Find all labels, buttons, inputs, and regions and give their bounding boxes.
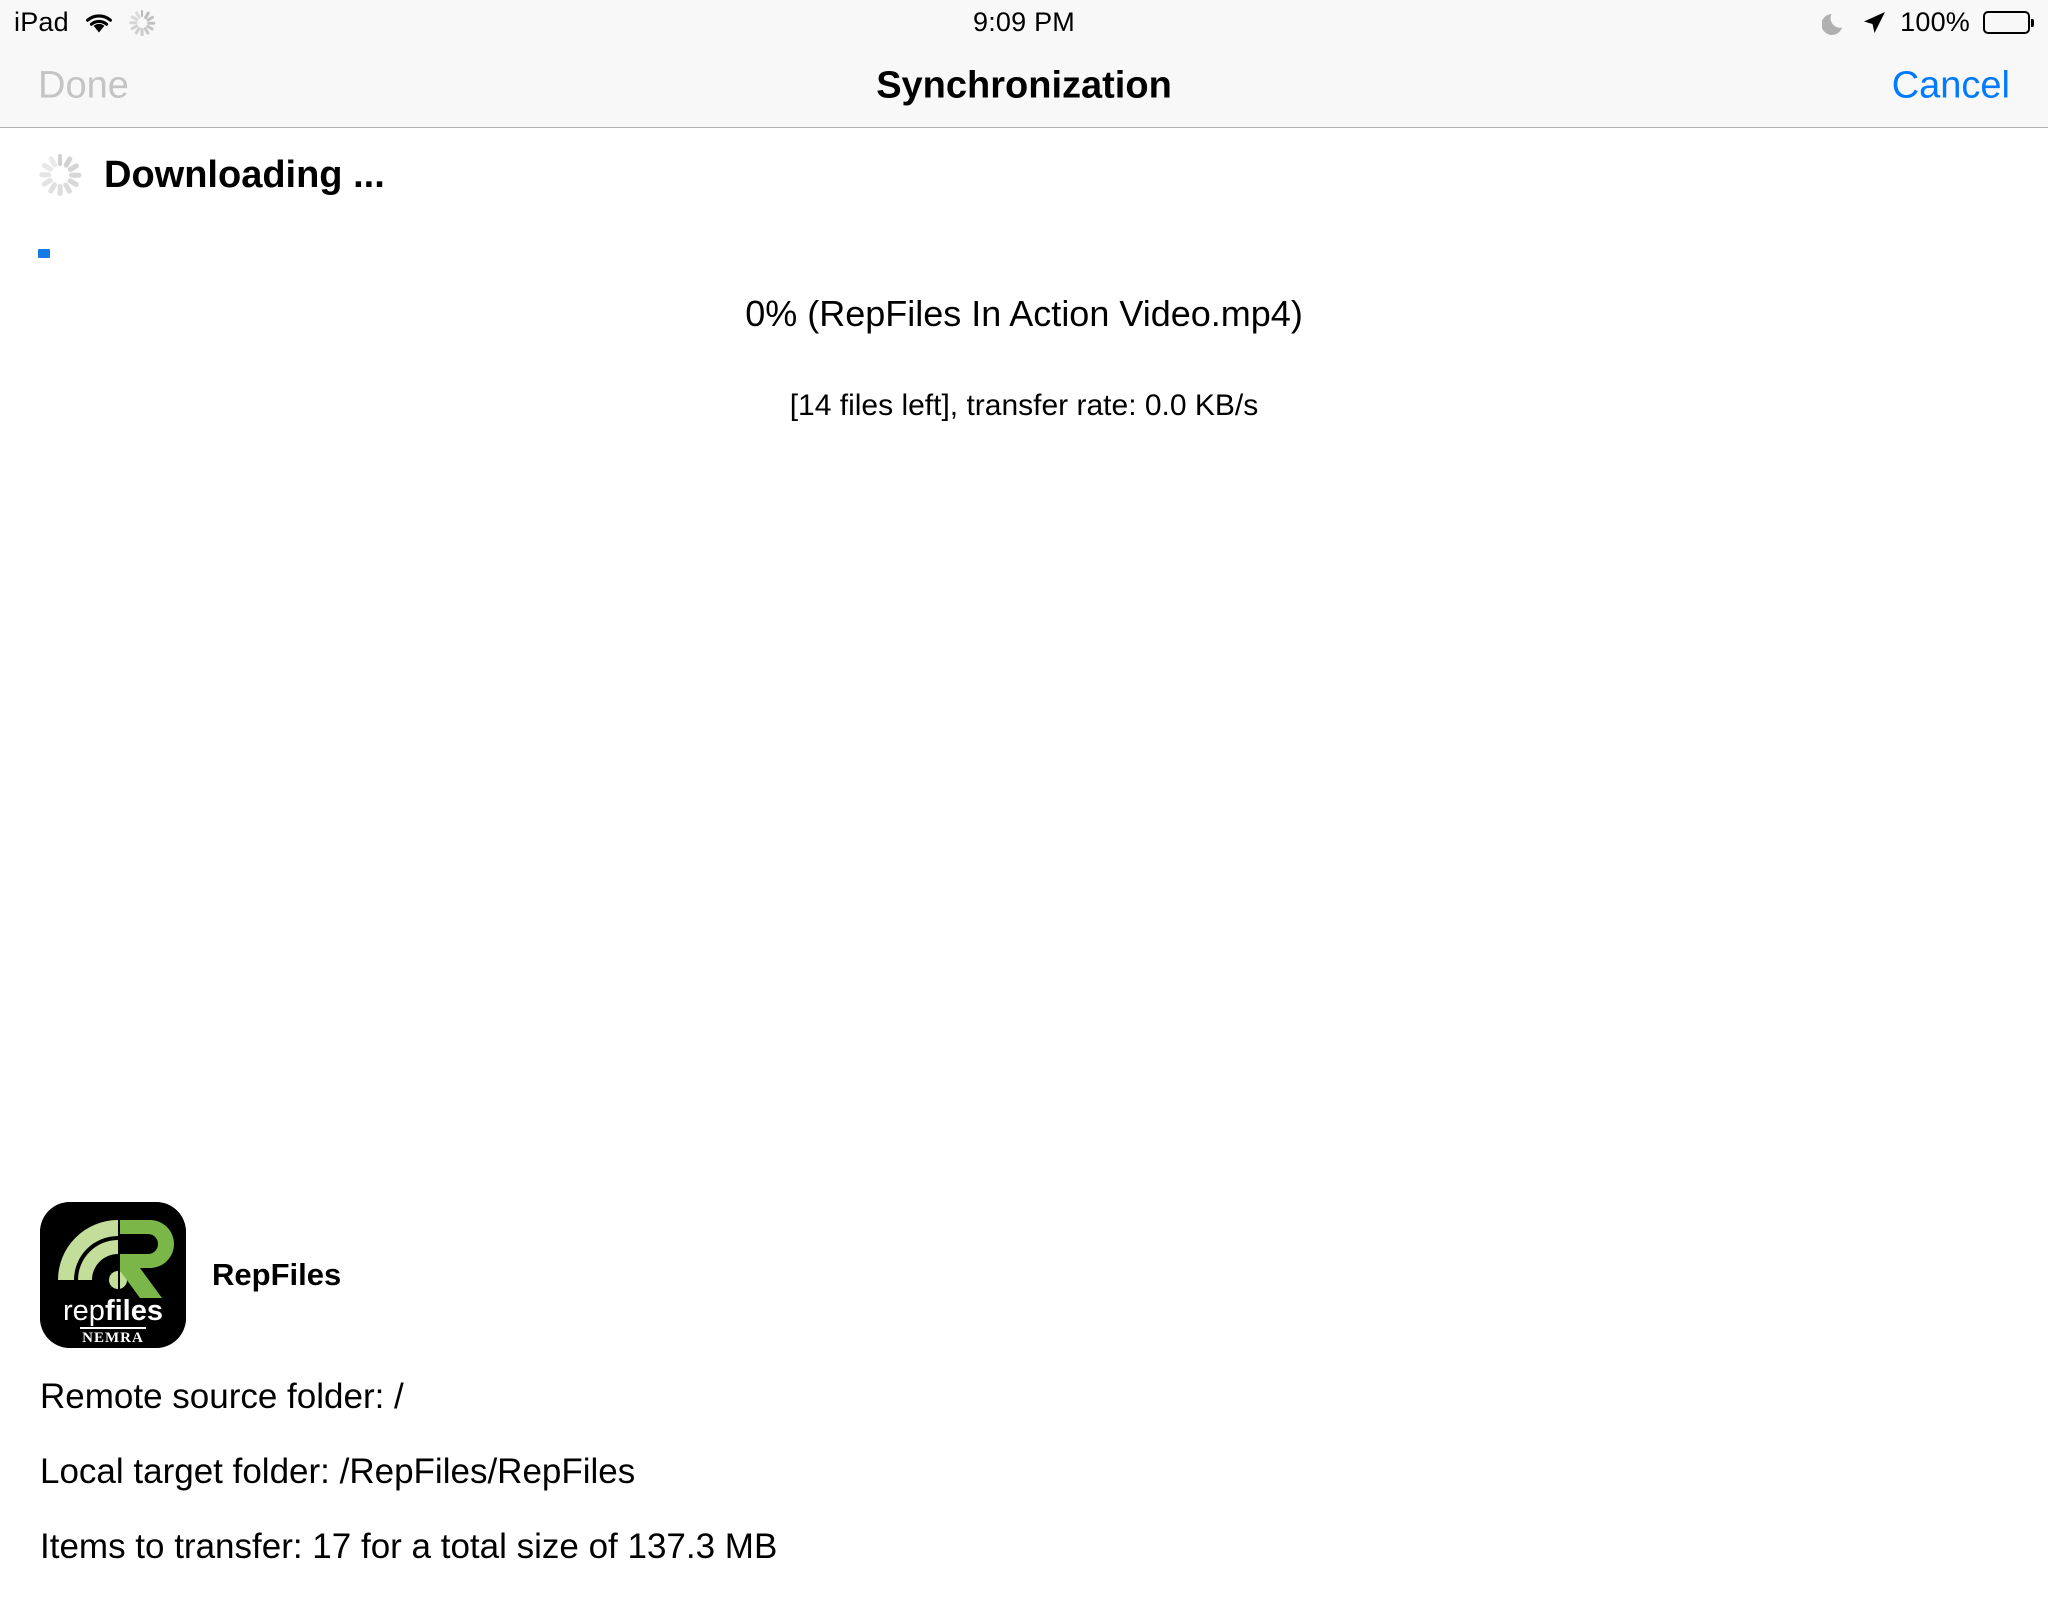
repfiles-app-icon: repfiles NEMRA bbox=[40, 1202, 186, 1348]
app-identity-row: repfiles NEMRA RepFiles bbox=[40, 1202, 341, 1348]
local-target-label: Local target folder: /RepFiles/RepFiles bbox=[40, 1452, 636, 1491]
transfer-rate-label: [14 files left], transfer rate: 0.0 KB/s bbox=[789, 389, 1259, 422]
battery-percent-label: 100% bbox=[1900, 7, 1970, 37]
items-to-transfer-label: Items to transfer: 17 for a total size o… bbox=[40, 1527, 778, 1566]
transfer-status-row: Downloading ... bbox=[38, 153, 385, 197]
moon-icon bbox=[1822, 10, 1848, 36]
status-bar: iPad 9:09 PM 100% bbox=[0, 0, 2048, 45]
activity-spinner-icon bbox=[38, 153, 82, 197]
clock-label: 9:09 PM bbox=[973, 7, 1075, 37]
transfer-progress-bar bbox=[38, 249, 2010, 258]
location-arrow-icon bbox=[1861, 10, 1887, 36]
status-bar-right: 100% bbox=[1822, 7, 2034, 37]
navigation-bar: Done Synchronization Cancel bbox=[0, 45, 2048, 128]
transfer-percent-label: 0% (RepFiles In Action Video.mp4) bbox=[745, 293, 1303, 334]
svg-text:NEMRA: NEMRA bbox=[82, 1330, 144, 1346]
sync-content: Downloading ... 0% (RepFiles In Action V… bbox=[0, 129, 2048, 1564]
sync-details: Remote source folder: / Local target fol… bbox=[40, 1379, 1940, 1604]
transfer-progress-fill bbox=[38, 249, 50, 258]
remote-source-label: Remote source folder: / bbox=[40, 1377, 404, 1416]
page-title: Synchronization bbox=[876, 64, 1172, 107]
svg-text:repfiles: repfiles bbox=[63, 1295, 163, 1327]
transfer-state-label: Downloading ... bbox=[104, 153, 385, 196]
cancel-button[interactable]: Cancel bbox=[1892, 65, 2010, 108]
app-name-label: RepFiles bbox=[212, 1257, 342, 1292]
battery-full-icon bbox=[1983, 11, 2034, 34]
